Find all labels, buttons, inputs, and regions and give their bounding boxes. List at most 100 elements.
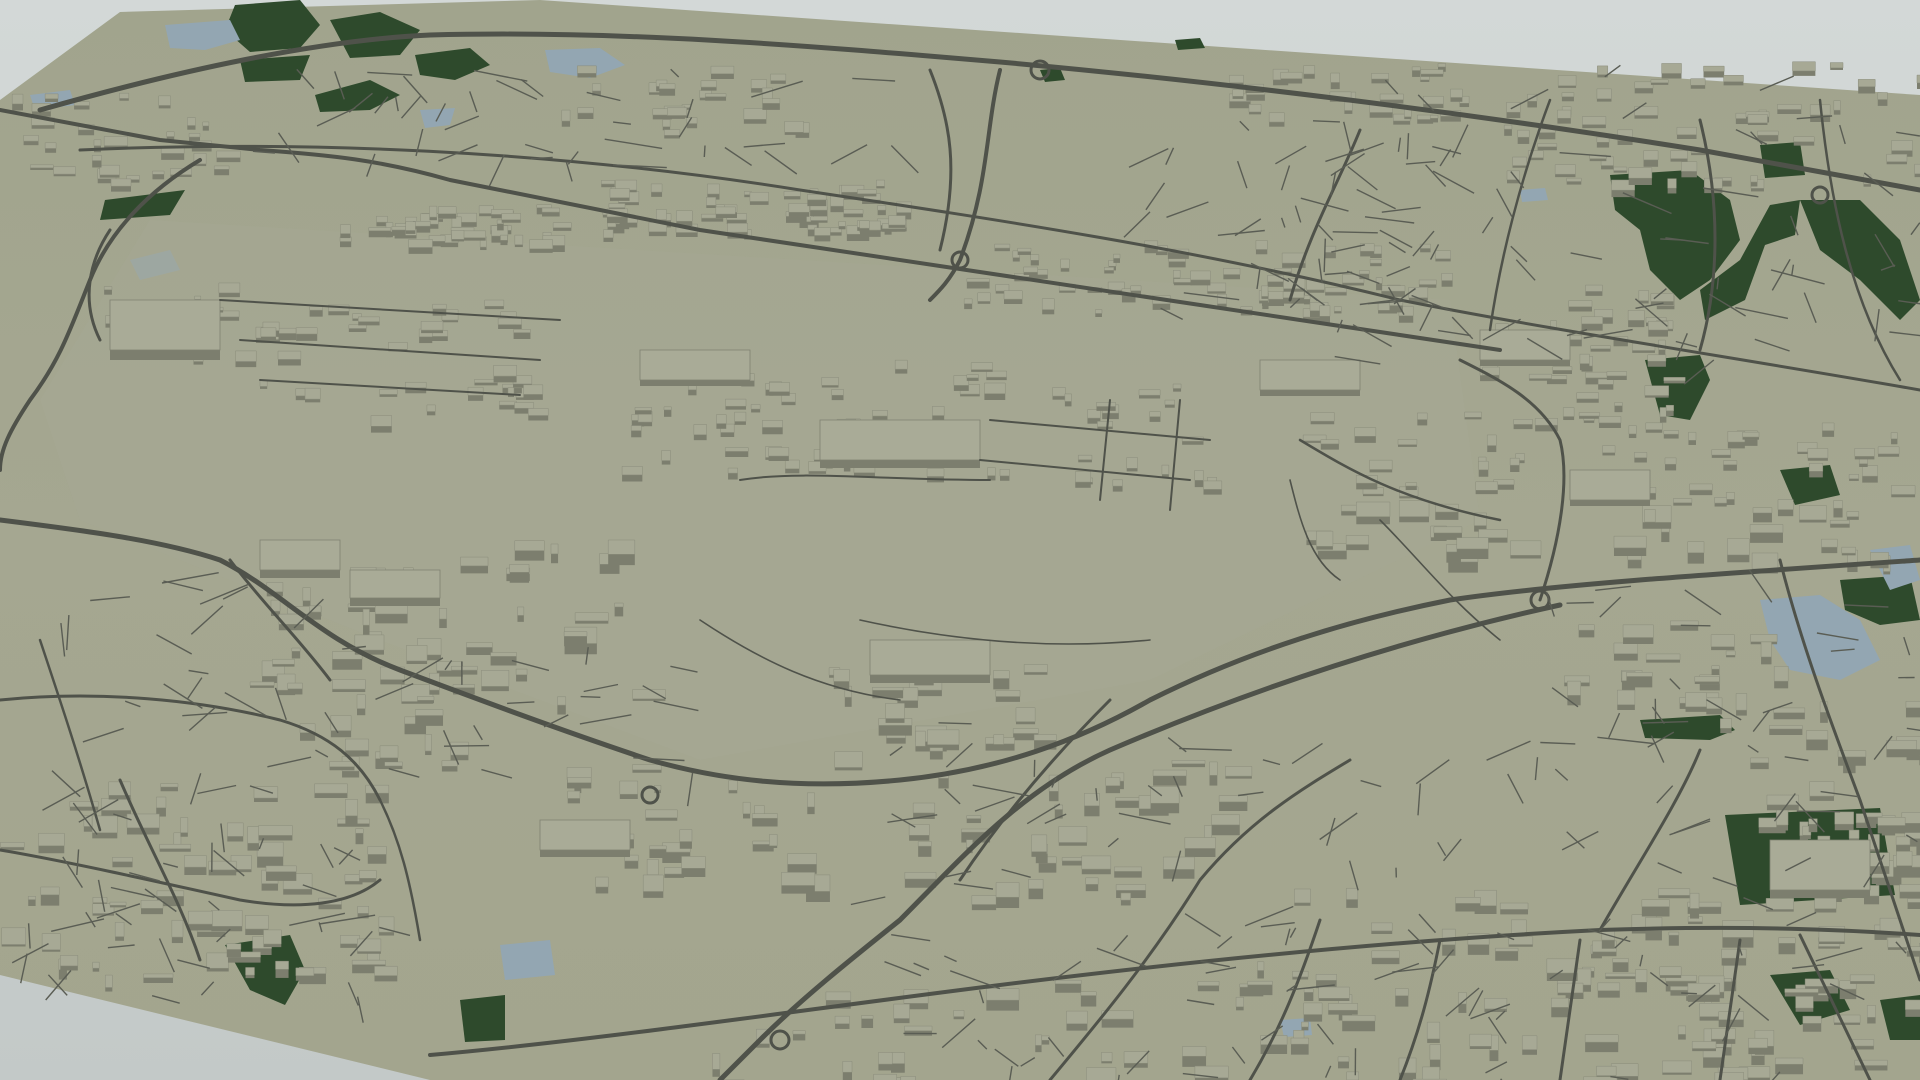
building-block: [1661, 63, 1682, 79]
building-block: [514, 234, 524, 248]
building-block: [208, 860, 237, 876]
building-block: [621, 466, 643, 482]
building-block: [517, 606, 525, 622]
building-block: [1578, 624, 1595, 638]
building-block: [1426, 1021, 1441, 1043]
building-block: [873, 1073, 897, 1080]
building-block: [1579, 353, 1590, 371]
building-block: [523, 384, 544, 400]
building-block: [904, 1025, 933, 1036]
building-block: [1282, 291, 1305, 304]
building-block: [1320, 439, 1340, 450]
building-block: [1766, 794, 1799, 811]
building-block: [1344, 101, 1353, 114]
building-block: [1650, 79, 1669, 85]
building-block: [1521, 1035, 1538, 1055]
map-3d-view[interactable]: [0, 0, 1920, 1080]
building-block: [830, 195, 844, 213]
building-block: [493, 365, 517, 383]
building-block: [1644, 509, 1656, 525]
building-block: [1060, 258, 1070, 272]
building-block: [1194, 470, 1204, 488]
building-block: [762, 98, 781, 110]
building-block: [693, 424, 707, 441]
building-block: [1499, 902, 1529, 915]
building-block: [600, 180, 615, 188]
street-segment: [1332, 231, 1378, 234]
building-block: [362, 608, 370, 637]
building-block: [1085, 877, 1099, 892]
building-block: [1597, 982, 1621, 998]
building-block: [180, 817, 189, 837]
building-block: [712, 1053, 721, 1077]
building-block: [1138, 389, 1161, 399]
building-block: [1833, 100, 1841, 115]
building-block: [1833, 500, 1843, 518]
building-block: [877, 205, 887, 216]
building-block: [1478, 460, 1489, 477]
building-block: [1441, 928, 1456, 956]
building-block: [405, 221, 416, 234]
building-block: [995, 882, 1020, 909]
hangar-block: [1259, 359, 1361, 396]
building-block: [663, 129, 681, 139]
street-segment: [1566, 601, 1594, 604]
building-block: [784, 121, 804, 135]
building-block: [515, 668, 528, 682]
building-block: [650, 183, 663, 197]
building-block: [1846, 511, 1860, 520]
building-block: [1848, 474, 1860, 481]
building-block: [607, 539, 636, 566]
building-block: [663, 406, 672, 417]
building-block: [1659, 407, 1667, 423]
building-block: [893, 1003, 910, 1024]
building-block: [114, 922, 125, 941]
building-block: [1711, 665, 1720, 675]
building-block: [1750, 757, 1769, 770]
building-block: [1469, 1033, 1492, 1050]
building-block: [1345, 887, 1359, 908]
building-block: [451, 665, 478, 675]
building-block: [1120, 892, 1131, 906]
building-block: [258, 825, 293, 841]
building-block: [1720, 718, 1732, 734]
building-block: [1742, 431, 1760, 440]
building-block: [188, 910, 213, 931]
building-block: [1330, 72, 1340, 90]
building-block: [1792, 61, 1816, 76]
building-block: [831, 389, 844, 401]
building-block: [1673, 498, 1693, 506]
building-block: [1248, 104, 1262, 115]
building-block: [1261, 285, 1269, 299]
building-block: [1182, 1046, 1207, 1067]
building-block: [1337, 1056, 1350, 1069]
building-block: [1052, 387, 1066, 400]
building-block: [1582, 116, 1607, 129]
building-block: [406, 645, 428, 664]
street-segment: [703, 145, 706, 158]
building-block: [501, 213, 521, 223]
building-block: [1080, 991, 1097, 1007]
building-block: [1662, 1060, 1692, 1075]
building-block: [1808, 463, 1824, 478]
building-block: [1568, 300, 1593, 312]
building-block: [438, 206, 457, 219]
building-block: [1162, 856, 1195, 879]
building-block: [927, 729, 960, 751]
building-block: [466, 642, 493, 655]
building-block: [272, 658, 295, 667]
building-block: [206, 952, 229, 972]
building-block: [1687, 541, 1705, 564]
building-block: [1318, 986, 1350, 1001]
building-block: [1035, 1034, 1042, 1053]
building-block: [1914, 163, 1920, 178]
building-block: [188, 133, 201, 142]
building-block: [1802, 1015, 1822, 1032]
building-block: [213, 165, 230, 176]
building-block: [966, 815, 982, 824]
building-block: [140, 900, 164, 915]
building-block: [834, 751, 863, 771]
hangar-block: [819, 419, 981, 468]
building-block: [1510, 540, 1542, 559]
building-block: [577, 65, 597, 78]
